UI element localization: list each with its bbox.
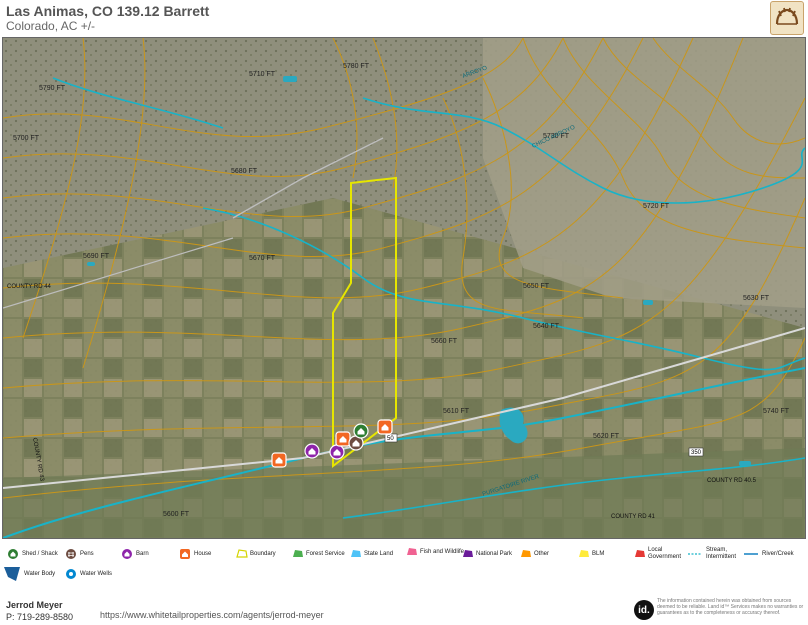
- legend-label: Shed / Shack: [22, 550, 58, 557]
- legend-label: Pens: [80, 550, 94, 557]
- agent-name: Jerrod Meyer: [6, 600, 63, 610]
- map-legend: Shed / Shack Pens Barn House Boundary Fo…: [0, 543, 808, 583]
- house-icon[interactable]: [335, 431, 351, 447]
- land-id-logo-icon: id.: [634, 600, 654, 620]
- satellite-map[interactable]: 5790 FT 5780 FT 5730 FT 5680 FT 5710 FT …: [2, 37, 806, 539]
- agent-url-link[interactable]: https://www.whitetailproperties.com/agen…: [100, 610, 324, 620]
- water-body-icon: [4, 567, 20, 581]
- road-label: COUNTY RD 40.5: [707, 478, 757, 484]
- legend-barn: Barn: [122, 549, 149, 559]
- road-label: COUNTY RD 44: [7, 284, 52, 290]
- legend-water-body: Water Body: [4, 567, 55, 581]
- shed-icon[interactable]: [353, 423, 369, 439]
- legend-state-land: State Land: [350, 549, 393, 559]
- map-report-page: Las Animas, CO 139.12 Barrett Colorado, …: [0, 0, 808, 625]
- contour-label: 5740 FT: [763, 408, 790, 415]
- terrain-base: [3, 38, 805, 538]
- contour-label: 5660 FT: [431, 338, 458, 345]
- contour-label: 5690 FT: [83, 253, 110, 260]
- boundary-icon: [236, 549, 248, 559]
- local-government-icon: [634, 549, 645, 559]
- legend-label: State Land: [364, 550, 394, 557]
- legend-label: River/Creek: [762, 550, 794, 557]
- legend-label: House: [194, 550, 212, 557]
- legend-boundary: Boundary: [236, 549, 276, 559]
- disclaimer-text: The information contained herein was obt…: [657, 598, 804, 616]
- legend-label: Stream, Intermittent: [706, 547, 737, 560]
- barn-icon[interactable]: [304, 443, 320, 459]
- legend-label: Water Body: [24, 570, 56, 577]
- barn-icon[interactable]: [329, 444, 345, 460]
- legend-national-park: National Park: [462, 549, 512, 559]
- state-land-icon: [350, 549, 361, 559]
- contour-label: 5630 FT: [743, 295, 770, 302]
- contour-label: 5670 FT: [249, 255, 276, 262]
- blm-icon: [578, 549, 589, 559]
- house-icon[interactable]: [377, 419, 393, 435]
- contour-label: 5680 FT: [231, 168, 258, 175]
- contour-label: 5700 FT: [13, 135, 40, 142]
- legend-shed: Shed / Shack: [8, 549, 58, 559]
- highway-shield: 50: [387, 436, 394, 442]
- contour-label: 5720 FT: [643, 203, 670, 210]
- legend-label: Other: [534, 550, 550, 557]
- river-creek-icon: [744, 549, 758, 559]
- contour-label: 5650 FT: [523, 283, 550, 290]
- legend-house: House: [180, 549, 211, 559]
- highway-shield: 350: [691, 450, 702, 456]
- contour-label: 5600 FT: [163, 511, 190, 518]
- legend-other: Other: [520, 549, 549, 559]
- report-title: Las Animas, CO 139.12 Barrett: [6, 3, 210, 19]
- road-label: COUNTY RD 41: [611, 514, 656, 520]
- pens-icon: [66, 549, 76, 559]
- report-subtitle: Colorado, AC +/-: [6, 19, 96, 33]
- antler-logo-icon: [770, 1, 804, 35]
- legend-label: Fish and Wildlife: [420, 548, 465, 555]
- stream-intermittent-icon: [688, 549, 702, 559]
- other-icon: [520, 549, 531, 559]
- house-icon: [180, 549, 190, 559]
- legend-blm: BLM: [578, 549, 604, 559]
- legend-water-wells: Water Wells: [66, 569, 112, 579]
- legend-label: National Park: [476, 550, 513, 557]
- legend-river-creek: River/Creek: [744, 549, 794, 559]
- barn-icon: [122, 549, 132, 559]
- legend-pens: Pens: [66, 549, 94, 559]
- forest-service-icon: [292, 549, 303, 559]
- shed-icon: [8, 549, 18, 559]
- water-wells-icon: [66, 569, 76, 579]
- legend-label: Water Wells: [80, 570, 113, 577]
- legend-label: Forest Service: [306, 550, 345, 557]
- contour-label: 5640 FT: [533, 323, 560, 330]
- legend-forest-service: Forest Service: [292, 549, 345, 559]
- legend-fish-wildlife: Fish and Wildlife: [406, 547, 464, 557]
- contour-label: 5790 FT: [39, 85, 66, 92]
- legend-local-government: Local Government: [634, 547, 688, 561]
- fish-wildlife-icon: [406, 547, 417, 557]
- report-footer: Jerrod Meyer P: 719-289-8580 https://www…: [0, 590, 808, 625]
- contour-label: 5710 FT: [249, 71, 276, 78]
- national-park-icon: [462, 549, 473, 559]
- agent-phone[interactable]: P: 719-289-8580: [6, 612, 73, 622]
- report-header: Las Animas, CO 139.12 Barrett Colorado, …: [0, 0, 808, 36]
- legend-label: Local Government: [648, 547, 682, 560]
- legend-label: Boundary: [250, 550, 276, 557]
- legend-stream-intermittent: Stream, Intermittent: [688, 547, 744, 561]
- contour-label: 5610 FT: [443, 408, 470, 415]
- contour-label: 5780 FT: [343, 63, 370, 70]
- legend-label: BLM: [592, 550, 605, 557]
- legend-label: Barn: [136, 550, 149, 557]
- contour-label: 5620 FT: [593, 433, 620, 440]
- house-icon[interactable]: [271, 452, 287, 468]
